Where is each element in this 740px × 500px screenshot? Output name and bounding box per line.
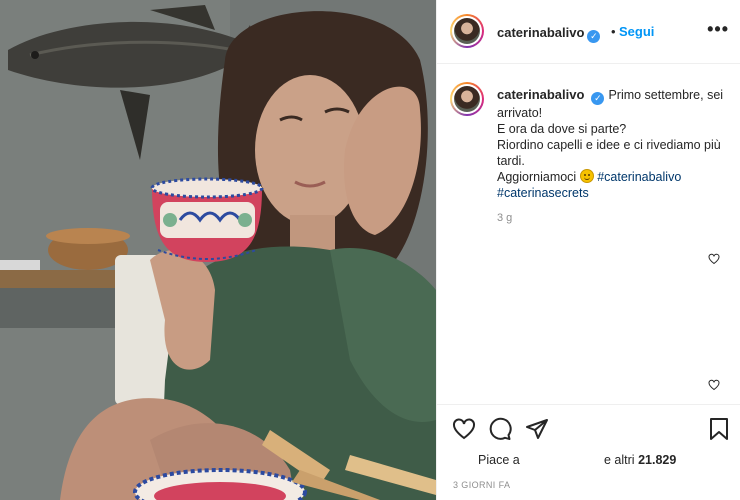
comment-icon[interactable] <box>488 417 512 441</box>
comment-like-heart-icon[interactable] <box>708 379 720 391</box>
comment-like-heart-icon[interactable] <box>708 253 720 265</box>
caption-line-3: Riordino capelli e idee e ci rivediamo p… <box>497 138 721 168</box>
header-user: caterinabalivo ✓ <box>497 24 601 43</box>
share-icon[interactable] <box>525 417 549 441</box>
likes-count-text[interactable]: e altri 21.829 <box>604 453 676 467</box>
header-username[interactable]: caterinabalivo <box>497 25 584 40</box>
caption-username[interactable]: caterinabalivo <box>497 87 584 102</box>
bookmark-icon[interactable] <box>708 417 730 441</box>
header-avatar[interactable] <box>450 14 484 48</box>
caption-age[interactable]: 3 g <box>497 212 512 224</box>
photo-illustration <box>0 0 436 500</box>
post-timestamp[interactable]: 3 GIORNI FA <box>453 480 510 490</box>
more-options-icon[interactable]: ••• <box>707 20 729 38</box>
post-caption: caterinabalivo ✓ Primo settembre, sei arri… <box>497 87 735 201</box>
post-actions: Piace a e altri 21.829 3 GIORNI FA <box>437 404 740 500</box>
header-separator: • <box>611 24 616 39</box>
post-side-panel: caterinabalivo ✓ • Segui ••• caterinabali… <box>436 0 740 500</box>
caption-line-2: E ora da dove si parte? <box>497 122 627 136</box>
hashtag-link[interactable]: #caterinasecrets <box>497 185 735 201</box>
caption-line-4-text: Aggiorniamoci <box>497 170 577 184</box>
verified-badge-icon: ✓ <box>591 92 605 105</box>
post-header: caterinabalivo ✓ • Segui ••• <box>437 0 740 64</box>
likes-prefix: Piace a <box>478 453 520 467</box>
heart-icon[interactable] <box>452 417 476 441</box>
caption-line-4: Aggiorniamoci #caterinabalivo <box>497 169 735 185</box>
hashtag-link[interactable]: #caterinabalivo <box>597 170 681 184</box>
likes-count: 21.829 <box>638 453 677 467</box>
smile-emoji-icon <box>579 169 594 183</box>
likes-suffix-prefix: e altri <box>604 453 635 467</box>
verified-badge-icon: ✓ <box>587 30 601 43</box>
follow-button[interactable]: Segui <box>619 24 654 39</box>
caption-avatar[interactable] <box>450 82 484 116</box>
post-photo[interactable] <box>0 0 436 500</box>
